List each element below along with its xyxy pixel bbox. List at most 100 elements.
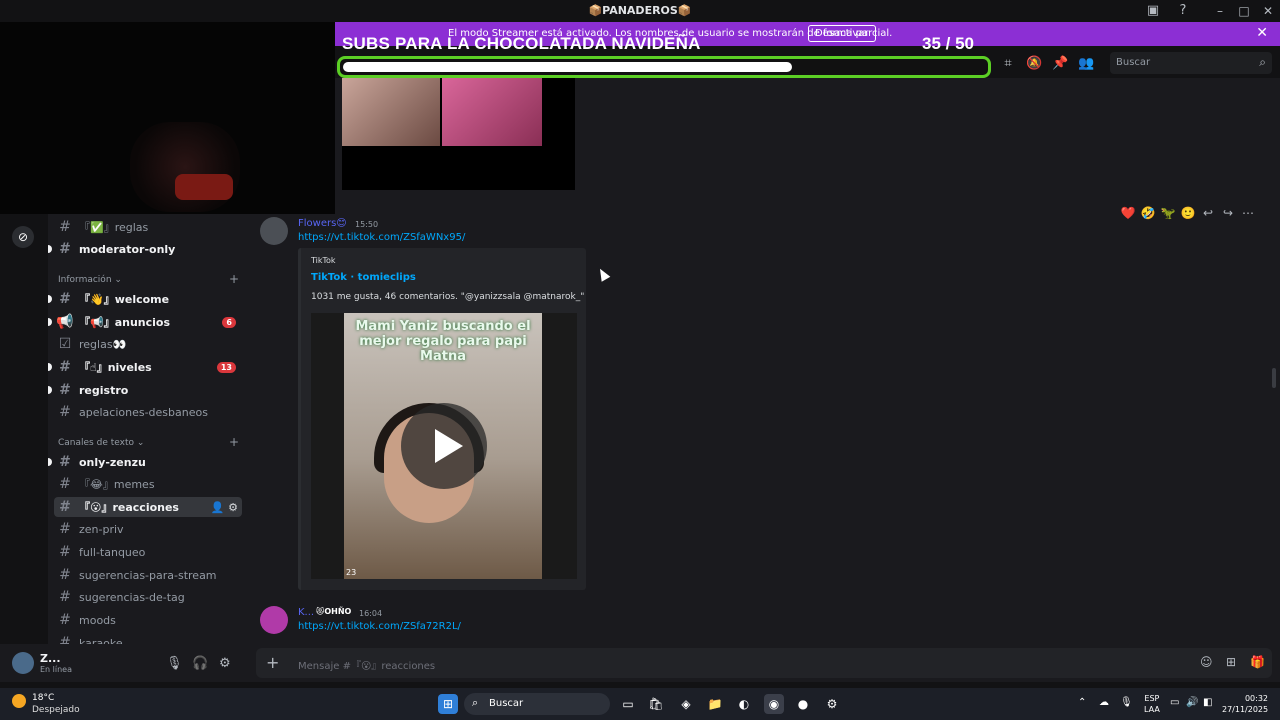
add-channel-icon[interactable]: + xyxy=(229,435,239,449)
clock-time: 00:32 xyxy=(1244,694,1268,703)
channel-label: 『👋』welcome xyxy=(79,293,170,306)
language-indicator[interactable]: ESP LAA xyxy=(1144,693,1160,715)
inbox-icon[interactable]: ▣ xyxy=(1145,3,1161,19)
channel-reglas[interactable]: ☑ reglas👀 xyxy=(54,334,242,354)
message-author[interactable]: Flowers😊 xyxy=(298,218,347,229)
gift-icon[interactable]: 🎁 xyxy=(1250,655,1265,669)
microphone-icon[interactable]: 🎙 xyxy=(166,656,183,671)
channel-moods[interactable]: # moods xyxy=(54,610,242,630)
channel-reacciones[interactable]: # 『😮』reacciones 👤 ⚙ xyxy=(54,497,242,517)
taskbar-search[interactable]: ⌕ Buscar xyxy=(464,693,610,715)
task-view-icon[interactable]: ▭ xyxy=(618,694,638,714)
channel-registro[interactable]: # registro xyxy=(54,380,242,400)
channel-anuncios[interactable]: 📢 『📢』anuncios 6 xyxy=(54,312,242,332)
onedrive-icon[interactable]: ☁ xyxy=(1099,697,1109,708)
channel-only-zenzu[interactable]: # only-zenzu xyxy=(54,452,242,472)
pin-icon[interactable]: 📌 xyxy=(1052,56,1068,71)
channel-label: moderator-only xyxy=(79,242,176,256)
clock[interactable]: 00:32 27/11/2025 xyxy=(1222,693,1268,715)
channel-full-tanqueo[interactable]: # full-tanqueo xyxy=(54,542,242,562)
add-reaction-icon[interactable]: 🙂 xyxy=(1180,206,1196,220)
message-link[interactable]: https://vt.tiktok.com/ZSfaWNx95/ xyxy=(298,232,465,243)
members-icon[interactable]: 👥 xyxy=(1078,56,1094,71)
message-link[interactable]: https://vt.tiktok.com/ZSfa72R2L/ xyxy=(298,621,461,632)
embed-video[interactable]: Mami Yaniz buscando el mejor regalo para… xyxy=(311,313,577,579)
channel-karaoke[interactable]: # karaoke xyxy=(54,633,242,644)
gear-icon[interactable]: ⚙ xyxy=(219,656,231,671)
minimize-button[interactable]: – xyxy=(1208,0,1232,22)
previous-embed-image[interactable] xyxy=(342,78,575,190)
weather-condition: Despejado xyxy=(32,705,80,715)
hash-icon: # xyxy=(59,382,71,398)
hash-icon: # xyxy=(59,454,71,470)
more-icon[interactable]: ⋯ xyxy=(1240,206,1256,220)
message-composer[interactable]: + Mensaje #『😮』reacciones ☺ ⊞ 🎁 xyxy=(256,648,1272,678)
emoji-icon[interactable]: ☺ xyxy=(1200,655,1213,669)
hash-icon: # xyxy=(59,589,71,605)
channel-niveles[interactable]: # 『☝』niveles 13 xyxy=(54,357,242,377)
channel-settings-icon[interactable]: 👤 ⚙ xyxy=(211,501,238,514)
edge-icon[interactable]: ◐ xyxy=(734,694,754,714)
close-icon[interactable]: ✕ xyxy=(1256,25,1268,41)
mic-tray-icon[interactable]: 🎙 xyxy=(1120,697,1133,708)
hash-icon: # xyxy=(59,359,71,375)
unread-dot xyxy=(48,363,52,371)
show-hidden-icons[interactable]: ⌃ xyxy=(1078,697,1086,708)
channel-reglas-check[interactable]: # 『✅』reglas xyxy=(54,217,242,237)
app-icon[interactable]: ● xyxy=(793,694,813,714)
heart-reaction-icon[interactable]: ❤️ xyxy=(1120,206,1136,220)
settings-app-icon[interactable]: ⚙ xyxy=(822,694,842,714)
disable-streamer-button[interactable]: Desactivar xyxy=(808,25,876,42)
user-status: En línea xyxy=(40,665,73,674)
mute-icon[interactable]: 🔕 xyxy=(1026,56,1042,71)
webcam-shirt xyxy=(175,174,233,200)
weather-icon xyxy=(12,694,26,708)
play-icon[interactable] xyxy=(401,403,487,489)
channel-memes[interactable]: # 『😂』memes xyxy=(54,474,242,494)
maximize-button[interactable]: □ xyxy=(1232,0,1256,22)
store-icon[interactable]: 🛍 xyxy=(646,694,666,714)
threads-icon[interactable]: ⌗ xyxy=(1000,56,1016,71)
laugh-reaction-icon[interactable]: 🤣 xyxy=(1140,206,1156,220)
copilot-icon[interactable]: ◈ xyxy=(676,694,696,714)
discover-icon[interactable]: ⊘ xyxy=(12,226,34,248)
file-explorer-icon[interactable]: 📁 xyxy=(705,694,725,714)
channel-welcome[interactable]: # 『👋』welcome xyxy=(54,289,242,309)
scrollbar[interactable] xyxy=(1272,368,1276,388)
message-author[interactable]: K... xyxy=(298,607,314,618)
search-placeholder: Buscar xyxy=(1116,57,1151,68)
channel-label: sugerencias-de-tag xyxy=(79,590,185,604)
attach-icon[interactable]: + xyxy=(266,653,279,672)
title-bar: 📦PANADEROS📦 ▣ ? – □ ✕ xyxy=(0,0,1280,22)
channel-zen-priv[interactable]: # zen-priv xyxy=(54,519,242,539)
clock-date: 27/11/2025 xyxy=(1222,705,1269,714)
embed-title[interactable]: TikTok · tomieclips xyxy=(311,272,416,283)
avatar[interactable] xyxy=(12,652,34,674)
start-icon[interactable]: ⊞ xyxy=(438,694,458,714)
reply-icon[interactable]: ↩ xyxy=(1200,206,1216,220)
channel-moderator-only[interactable]: # moderator-only xyxy=(54,239,242,259)
close-window-button[interactable]: ✕ xyxy=(1256,0,1280,22)
video-tag: 23 xyxy=(346,568,357,577)
network-icon[interactable]: ▭ xyxy=(1170,697,1179,708)
apps-icon[interactable]: ⊞ xyxy=(1226,655,1236,669)
help-icon[interactable]: ? xyxy=(1175,3,1191,19)
channel-apelaciones-desbaneos[interactable]: # apelaciones-desbaneos xyxy=(54,402,242,422)
dino-reaction-icon[interactable]: 🦖 xyxy=(1160,206,1176,220)
discord-icon[interactable]: ◉ xyxy=(764,694,784,714)
avatar[interactable] xyxy=(260,606,288,634)
unread-dot xyxy=(48,295,52,303)
volume-icon[interactable]: 🔊 xyxy=(1186,697,1198,708)
add-channel-icon[interactable]: + xyxy=(229,272,239,286)
search-input[interactable]: Buscar ⌕ xyxy=(1110,52,1272,74)
channel-sugerencias-para-stream[interactable]: # sugerencias-para-stream xyxy=(54,565,242,585)
channel-label: 『✅』reglas xyxy=(79,221,149,234)
channel-label: karaoke xyxy=(79,636,123,645)
category-canales-de-texto[interactable]: Canales de texto ⌄ xyxy=(58,438,144,448)
forward-icon[interactable]: ↪ xyxy=(1220,206,1236,220)
category-informacion[interactable]: Información ⌄ xyxy=(58,275,122,285)
headphones-icon[interactable]: 🎧 xyxy=(192,656,208,671)
channel-sugerencias-de-tag[interactable]: # sugerencias-de-tag xyxy=(54,587,242,607)
battery-icon[interactable]: ◧ xyxy=(1203,697,1212,708)
avatar[interactable] xyxy=(260,217,288,245)
